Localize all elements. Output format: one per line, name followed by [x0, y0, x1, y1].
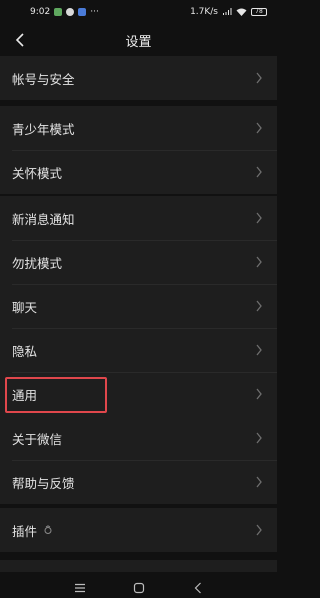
status-right: 1.7K/s 78 — [190, 7, 267, 17]
settings-item-general[interactable]: 通用 — [0, 372, 277, 416]
settings-group-account: 帐号与安全 — [0, 56, 277, 100]
chevron-right-icon — [256, 524, 262, 536]
settings-group-modes: 青少年模式 关怀模式 — [0, 106, 277, 194]
nav-header: 设置 — [0, 24, 277, 56]
settings-item-account-security[interactable]: 帐号与安全 — [0, 56, 277, 100]
settings-item-chat[interactable]: 聊天 — [0, 284, 277, 328]
chevron-right-icon — [256, 344, 262, 356]
chevron-right-icon — [256, 72, 262, 84]
settings-group-plugins: 插件 — [0, 508, 277, 552]
battery-level: 78 — [255, 8, 263, 15]
app-icon-2 — [78, 8, 87, 16]
settings-group-partial — [0, 560, 277, 572]
system-nav-bar — [0, 578, 277, 598]
chevron-right-icon — [256, 122, 262, 134]
settings-item-plugins[interactable]: 插件 — [0, 508, 277, 552]
status-time: 9:02 — [30, 7, 51, 17]
status-bar: 9:02 ··· 1.7K/s 78 — [0, 0, 277, 24]
settings-group-general: 新消息通知 勿扰模式 聊天 隐私 通用 — [0, 196, 277, 416]
status-left: 9:02 ··· — [30, 7, 99, 17]
plugin-icon — [44, 525, 52, 534]
settings-item-label: 新消息通知 — [12, 211, 75, 227]
menu-icon — [74, 583, 85, 593]
chevron-right-icon — [256, 388, 262, 400]
settings-item-label: 青少年模式 — [12, 121, 75, 137]
chevron-right-icon — [256, 432, 262, 444]
settings-item-label: 勿扰模式 — [12, 255, 63, 271]
chevron-left-icon — [15, 33, 24, 47]
wifi-icon — [236, 8, 247, 16]
notification-icon — [54, 8, 63, 16]
settings-item-label: 关于微信 — [12, 431, 63, 447]
app-icon — [66, 8, 75, 16]
recent-apps-button[interactable] — [70, 581, 90, 595]
chevron-right-icon — [256, 212, 262, 224]
back-button[interactable] — [8, 28, 32, 52]
settings-item-label: 帐号与安全 — [12, 71, 75, 87]
settings-group-about: 关于微信 帮助与反馈 — [0, 416, 277, 504]
settings-item-notifications[interactable]: 新消息通知 — [0, 196, 277, 240]
settings-item-label: 隐私 — [12, 343, 38, 359]
signal-icon — [223, 8, 232, 15]
chevron-right-icon — [256, 166, 262, 178]
back-nav-button[interactable] — [188, 581, 208, 595]
battery-icon: 78 — [251, 8, 267, 16]
settings-item-about[interactable]: 关于微信 — [0, 416, 277, 460]
settings-item-teen-mode[interactable]: 青少年模式 — [0, 106, 277, 150]
home-button[interactable] — [129, 581, 149, 595]
back-triangle-icon — [194, 582, 201, 594]
settings-item-care-mode[interactable]: 关怀模式 — [0, 150, 277, 194]
chevron-right-icon — [256, 300, 262, 312]
settings-item-privacy[interactable]: 隐私 — [0, 328, 277, 372]
chevron-right-icon — [256, 476, 262, 488]
chevron-right-icon — [256, 256, 262, 268]
settings-item-label: 关怀模式 — [12, 165, 63, 181]
page-title: 设置 — [125, 34, 152, 50]
network-speed: 1.7K/s — [190, 7, 218, 17]
home-square-icon — [133, 582, 144, 594]
settings-item-help-feedback[interactable]: 帮助与反馈 — [0, 460, 277, 504]
settings-item-label: 插件 — [12, 523, 38, 539]
settings-item-do-not-disturb[interactable]: 勿扰模式 — [0, 240, 277, 284]
settings-item-label: 帮助与反馈 — [12, 475, 75, 491]
settings-item-label: 通用 — [12, 387, 38, 403]
settings-item-label: 聊天 — [12, 299, 38, 315]
status-more: ··· — [90, 7, 99, 17]
